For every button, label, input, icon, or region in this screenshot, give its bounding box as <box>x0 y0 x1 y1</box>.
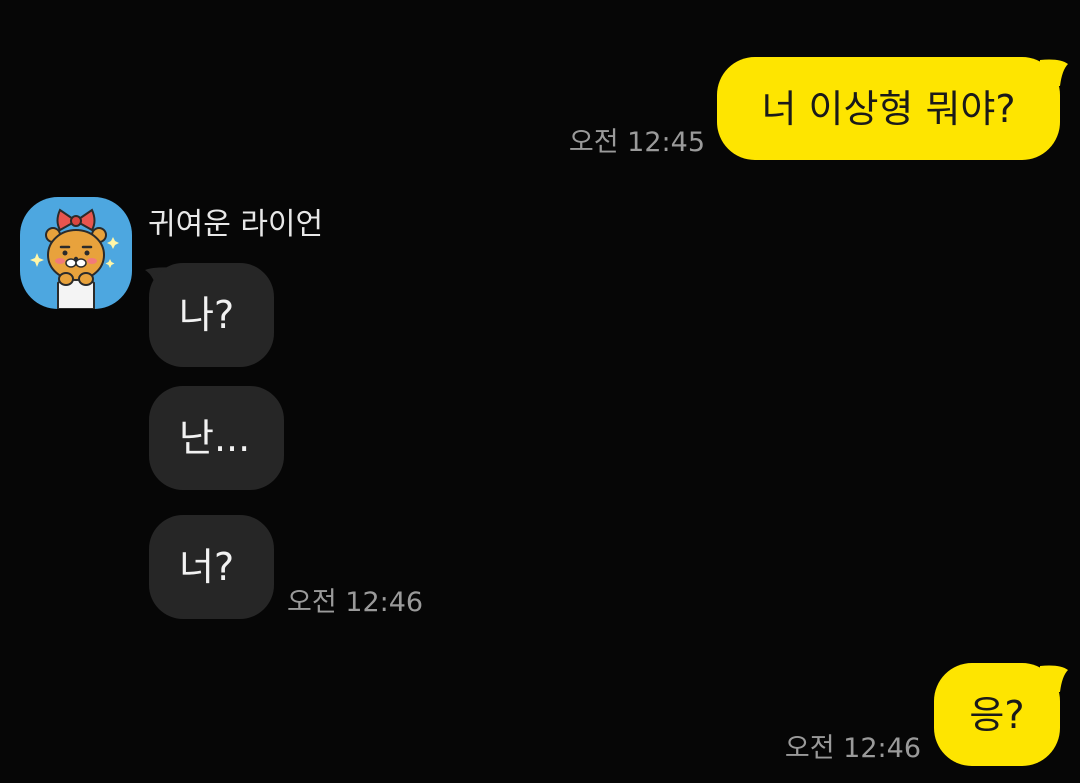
outgoing-message-bubble[interactable]: 너 이상형 뭐야? <box>717 57 1060 160</box>
outgoing-bubble-tail <box>1040 59 1068 86</box>
ryan-character-with-ribbon-icon <box>30 208 119 309</box>
message-timestamp: 오전 12:46 <box>784 733 921 764</box>
message-text: 응? <box>969 692 1025 737</box>
incoming-message-bubble[interactable]: 난... <box>149 386 284 490</box>
message-text: 난... <box>179 416 251 460</box>
message-timestamp: 오전 12:46 <box>287 587 424 618</box>
incoming-message-bubble[interactable]: 나? <box>149 263 274 367</box>
message-text: 나? <box>179 293 235 337</box>
contact-name[interactable]: 귀여운 라이언 <box>148 210 323 240</box>
contact-avatar[interactable] <box>20 197 132 309</box>
incoming-message-bubble[interactable]: 너? <box>149 515 274 619</box>
outgoing-bubble-tail <box>1040 665 1068 692</box>
message-text: 너 이상형 뭐야? <box>761 86 1016 131</box>
message-text: 너? <box>179 545 235 589</box>
message-timestamp: 오전 12:45 <box>568 127 705 158</box>
